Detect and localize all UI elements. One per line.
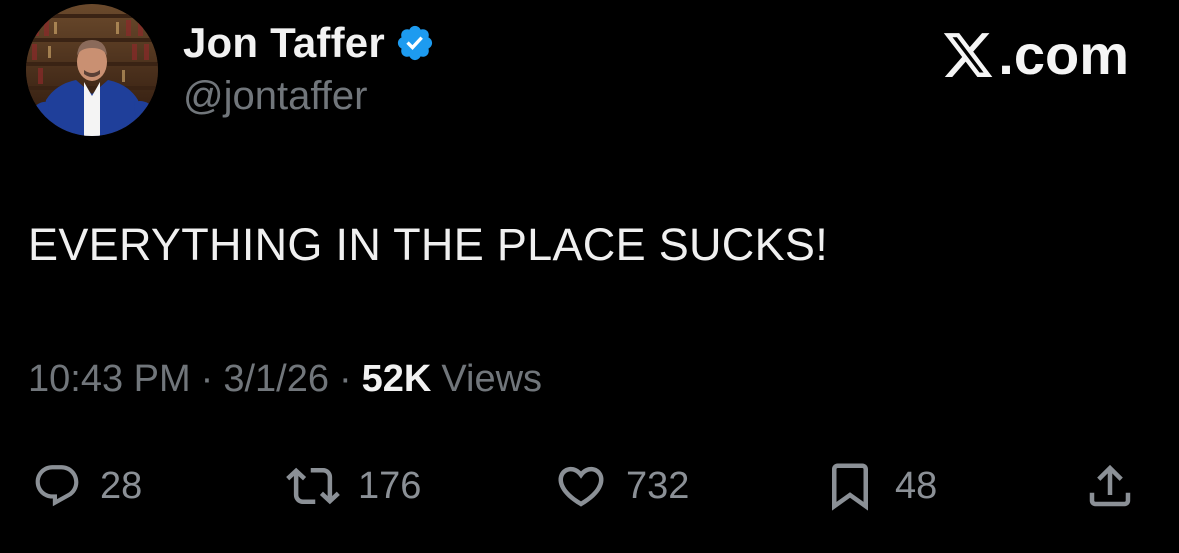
avatar-image [26,4,158,136]
meta-separator: · [338,358,352,400]
bookmark-count: 48 [895,464,938,507]
x-logo-icon [944,32,993,77]
like-button[interactable]: 732 [554,458,689,514]
meta-separator: · [200,358,214,400]
repost-icon [286,467,340,505]
brand-domain-label: .com [998,23,1129,86]
verified-badge-icon [395,23,435,63]
author-handle[interactable]: @jontaffer [183,74,367,119]
views-label: Views [441,358,543,400]
action-bar: 28 176 732 48 [0,458,1179,514]
tweet-date[interactable]: 3/1/26 [223,358,329,401]
share-icon [1089,464,1131,507]
bookmark-icon [832,463,868,511]
repost-button[interactable]: 176 [286,458,421,514]
tweet-meta: 10:43 PM · 3/1/26 · 52K Views [28,358,542,401]
tweet-time[interactable]: 10:43 PM [28,358,191,401]
author-display-name[interactable]: Jon Taffer [183,19,385,67]
author-name-row[interactable]: Jon Taffer [183,18,435,68]
brand-watermark: .com [940,22,1129,87]
reply-count: 28 [100,464,143,507]
bookmark-button[interactable]: 48 [823,458,937,514]
reply-icon [35,465,79,507]
views-count[interactable]: 52K [362,358,432,401]
repost-count: 176 [358,464,422,507]
share-button[interactable] [1083,458,1137,514]
heart-icon [558,466,604,507]
tweet-text: EVERYTHING IN THE PLACE SUCKS! [28,219,829,270]
reply-button[interactable]: 28 [32,458,142,514]
avatar[interactable] [26,4,158,136]
like-count: 732 [626,464,690,507]
